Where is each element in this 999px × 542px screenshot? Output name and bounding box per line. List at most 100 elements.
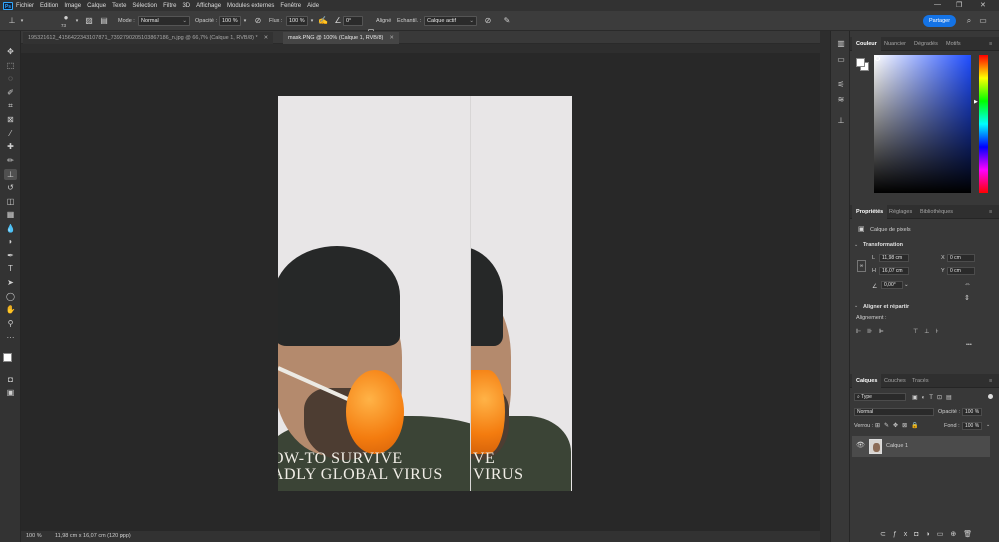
history-brush-tool-icon[interactable]: ↺ [4,182,17,193]
comments-panel-icon[interactable]: ▭ [835,54,847,65]
pressure-size-icon[interactable]: ✎ [502,16,512,26]
brush-tool-icon[interactable]: ✏ [4,155,17,166]
flip-vertical-icon[interactable]: ⇕ [964,294,970,302]
panel-menu-icon[interactable]: ≡ [985,205,996,219]
healing-brush-tool-icon[interactable]: ✚ [4,141,17,152]
type-tool-icon[interactable]: T [4,263,17,274]
tab-original-jpg[interactable]: 195321612_4156422343107871_7392790205103… [23,32,274,44]
flow-chevron-icon[interactable]: ▾ [309,16,315,26]
layer-opacity-input[interactable]: 100 % [962,408,982,416]
path-selection-tool-icon[interactable]: ➤ [4,277,17,288]
dodge-tool-icon[interactable]: ◗ [4,236,17,247]
flip-horizontal-icon[interactable]: ⇔ [964,281,971,288]
rotation-input[interactable]: 0,00° [881,281,903,289]
hue-slider[interactable] [979,55,988,193]
hand-tool-icon[interactable]: ✋ [4,304,17,315]
align-top-icons[interactable]: ⊤⊥⊦ [913,328,945,335]
menu-fichier[interactable]: Fichier [13,3,37,9]
frame-tool-icon[interactable]: ⊠ [4,114,17,125]
menu-aide[interactable]: Aide [304,3,322,9]
tab-degrades[interactable]: Dégradés [910,37,942,51]
y-input[interactable]: 0 cm [947,267,975,275]
brush-preview-icon[interactable]: ● [60,13,72,23]
document-canvas[interactable]: OW-TO SURVIVE ADLY GLOBAL VIRUS VE VIRUS [278,96,572,491]
filter-toggle-icon[interactable] [988,394,993,399]
blend-mode-select[interactable]: Normal [854,408,934,416]
lasso-tool-icon[interactable]: ◌ [4,73,17,84]
layer-row[interactable]: 👁 Calque 1 [852,436,990,457]
workspace-icon[interactable]: ▭ [978,16,988,26]
menu-3d[interactable]: 3D [179,3,193,9]
tab-calques[interactable]: Calques [852,374,882,388]
maximize-icon[interactable]: ❐ [956,1,962,9]
panel-menu-icon[interactable]: ≡ [985,374,996,388]
tab-mask-png[interactable]: mask.PNG @ 100% (Calque 1, RVB/8) ✕ [283,32,399,44]
airbrush-icon[interactable]: ✍ [318,16,328,26]
zoom-level[interactable]: 100 % [26,531,42,542]
fill-input[interactable]: 100 % [962,422,982,430]
tab-traces[interactable]: Tracés [908,374,933,388]
chevron-down-icon[interactable]: ⌄ [854,303,858,309]
blur-tool-icon[interactable]: 💧 [4,223,17,234]
history-panel-icon[interactable]: ▥ [835,38,847,49]
rotation-chevron-icon[interactable]: ⌄ [904,282,909,288]
color-picker-cursor[interactable] [875,56,880,61]
flow-input[interactable]: 100 % [286,16,308,26]
close-tab-icon[interactable]: ✕ [389,35,394,41]
close-window-icon[interactable]: ✕ [980,1,986,9]
eraser-tool-icon[interactable]: ◫ [4,196,17,207]
link-icon[interactable]: ∞ [857,260,866,272]
menu-filtre[interactable]: Filtre [160,3,179,9]
angle-input[interactable]: 0° [343,16,363,26]
opacity-chevron-icon[interactable]: ▾ [242,16,248,26]
tab-motifs[interactable]: Motifs [942,37,965,51]
marquee-tool-icon[interactable]: ⬚ [4,60,17,71]
minimize-icon[interactable]: — [934,1,941,8]
more-tools-icon[interactable]: ··· [4,332,17,343]
stamp-tool-icon[interactable]: ⊥ [6,16,18,26]
opacity-input[interactable]: 100 % [219,16,241,26]
fill-chevron-icon[interactable]: ⌄ [986,422,990,428]
color-foreground-swatch[interactable] [856,58,865,67]
menu-selection[interactable]: Sélection [129,3,160,9]
mode-select[interactable]: Normal ⌄ [138,16,190,26]
layer-name[interactable]: Calque 1 [886,443,908,449]
tab-proprietes[interactable]: Propriétés [852,205,888,219]
tab-nuancier[interactable]: Nuancier [880,37,910,51]
zoom-tool-icon[interactable]: ⚲ [4,318,17,329]
gradient-tool-icon[interactable]: ▦ [4,209,17,220]
clone-source-panel-icon[interactable]: ⊥ [835,115,847,126]
height-input[interactable]: 16,07 cm [879,267,909,275]
lock-icons[interactable]: ⊞✎✥⊠🔒 [875,422,923,429]
status-arrow-icon[interactable]: › [121,531,123,542]
search-icon[interactable]: ⌕ [964,16,974,26]
share-button[interactable]: Partager [923,15,956,27]
clone-source-icon[interactable]: ▤ [99,16,109,26]
menu-calque[interactable]: Calque [84,3,109,9]
ignore-adjustment-icon[interactable]: ⊘ [484,16,492,26]
pen-tool-icon[interactable]: ✒ [4,250,17,261]
brush-panel-icon[interactable]: ≋ [835,94,847,105]
brush-settings-icon[interactable]: ▨ [84,16,94,26]
move-tool-icon[interactable]: ✥ [4,46,17,57]
visibility-eye-icon[interactable]: 👁 [856,441,865,449]
tab-couleur[interactable]: Couleur [852,37,881,51]
quick-mask-icon[interactable]: ◘ [4,374,17,385]
menu-image[interactable]: Image [61,3,84,9]
eyedropper-tool-icon[interactable]: ⁄ [4,128,17,139]
close-tab-icon[interactable]: ✕ [264,35,269,41]
shape-tool-icon[interactable]: ◯ [4,291,17,302]
brush-chevron-icon[interactable]: ▾ [74,16,80,26]
menu-texte[interactable]: Texte [109,3,129,9]
panel-menu-icon[interactable]: ≡ [985,37,996,51]
layer-filter-icons[interactable]: ▣◐T⊡▤ [912,394,956,401]
crop-tool-icon[interactable]: ⌗ [4,100,17,111]
layer-actions-icons[interactable]: ⊂ƒx◘◑▭⊕🗑 [880,530,979,538]
clone-stamp-tool-icon[interactable]: ⊥ [4,169,17,180]
tool-preset-chevron-icon[interactable]: ▾ [19,16,25,26]
menu-modules-externes[interactable]: Modules externes [224,3,277,9]
more-options-icon[interactable]: ••• [966,342,972,348]
tab-couches[interactable]: Couches [880,374,910,388]
pressure-opacity-icon[interactable]: ⊘ [253,16,263,26]
align-left-icons[interactable]: ⊩⊪⊫ [856,328,890,335]
